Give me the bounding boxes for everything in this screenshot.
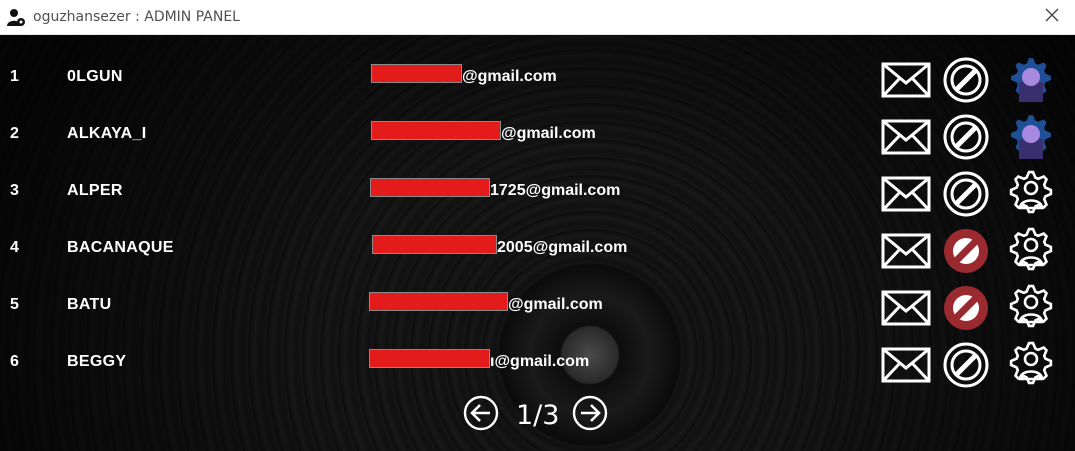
table-row: 4 BACANAQUE 2005@gmail.com: [0, 227, 1075, 279]
user-gear-icon: [6, 8, 26, 28]
admin-panel-window: oguzhansezer : ADMIN PANEL 1 0LGUN @gmai…: [0, 0, 1075, 451]
email-redaction: [369, 349, 490, 368]
send-mail-button[interactable]: [880, 170, 932, 218]
role-button[interactable]: [1005, 170, 1057, 218]
row-number: 3: [10, 182, 19, 199]
send-mail-button[interactable]: [880, 284, 932, 332]
ban-icon: [944, 229, 988, 273]
email-text: @gmail.com: [462, 68, 557, 85]
ban-icon: [943, 342, 989, 388]
email-redaction: [371, 121, 501, 140]
table-row: 5 BATU @gmail.com: [0, 284, 1075, 336]
ban-button[interactable]: [940, 113, 992, 161]
envelope-icon: [881, 62, 931, 98]
user-list-panel: 1 0LGUN @gmail.com 2 ALKAYA_I @gmail.com: [0, 35, 1075, 451]
role-button[interactable]: [1005, 341, 1057, 389]
prev-page-button[interactable]: [463, 395, 499, 431]
next-page-button[interactable]: [572, 395, 608, 431]
envelope-icon: [881, 347, 931, 383]
email-text: ı@gmail.com: [490, 353, 590, 370]
email-text: 2005@gmail.com: [497, 239, 628, 256]
username: BEGGY: [67, 353, 127, 370]
page-indicator: 1/3: [516, 400, 560, 431]
envelope-icon: [881, 119, 931, 155]
role-button[interactable]: [1005, 113, 1057, 161]
table-row: 3 ALPER 1725@gmail.com: [0, 170, 1075, 222]
email-redaction: [372, 235, 497, 254]
role-button[interactable]: [1005, 56, 1057, 104]
row-number: 2: [10, 125, 19, 142]
send-mail-button[interactable]: [880, 113, 932, 161]
email-text: @gmail.com: [508, 296, 603, 313]
username: BACANAQUE: [67, 239, 174, 256]
email-redaction: [371, 64, 462, 83]
window-title: oguzhansezer : ADMIN PANEL: [33, 9, 240, 25]
user-role-icon: [1009, 284, 1053, 328]
user-role-icon: [1009, 341, 1053, 385]
table-row: 6 BEGGY ı@gmail.com: [0, 341, 1075, 393]
role-button[interactable]: [1005, 284, 1057, 332]
admin-role-icon: [1011, 58, 1051, 102]
username: BATU: [67, 296, 112, 313]
send-mail-button[interactable]: [880, 227, 932, 275]
pagination: 1/3: [463, 395, 613, 435]
ban-icon: [943, 57, 989, 103]
ban-button[interactable]: [940, 284, 992, 332]
close-icon: [1045, 8, 1059, 27]
ban-icon: [943, 171, 989, 217]
email-redaction: [369, 292, 508, 311]
row-number: 5: [10, 296, 19, 313]
close-button[interactable]: [1029, 0, 1075, 35]
user-role-icon: [1009, 170, 1053, 214]
ban-button[interactable]: [940, 170, 992, 218]
email-text: 1725@gmail.com: [490, 182, 621, 199]
send-mail-button[interactable]: [880, 56, 932, 104]
table-row: 2 ALKAYA_I @gmail.com: [0, 113, 1075, 165]
username: ALPER: [67, 182, 123, 199]
row-number: 1: [10, 68, 19, 85]
envelope-icon: [881, 290, 931, 326]
send-mail-button[interactable]: [880, 341, 932, 389]
envelope-icon: [881, 176, 931, 212]
role-button[interactable]: [1005, 227, 1057, 275]
ban-button[interactable]: [940, 227, 992, 275]
envelope-icon: [881, 233, 931, 269]
email-text: @gmail.com: [501, 125, 596, 142]
row-number: 4: [10, 239, 19, 256]
row-number: 6: [10, 353, 19, 370]
username: 0LGUN: [67, 68, 123, 85]
ban-icon: [943, 114, 989, 160]
ban-icon: [944, 286, 988, 330]
table-row: 1 0LGUN @gmail.com: [0, 56, 1075, 108]
user-role-icon: [1009, 227, 1053, 271]
arrow-right-circle-icon: [572, 395, 608, 431]
arrow-left-circle-icon: [463, 395, 499, 431]
username: ALKAYA_I: [67, 125, 147, 142]
ban-button[interactable]: [940, 56, 992, 104]
email-redaction: [370, 178, 490, 197]
ban-button[interactable]: [940, 341, 992, 389]
title-bar: oguzhansezer : ADMIN PANEL: [0, 0, 1075, 35]
admin-role-icon: [1011, 115, 1051, 159]
